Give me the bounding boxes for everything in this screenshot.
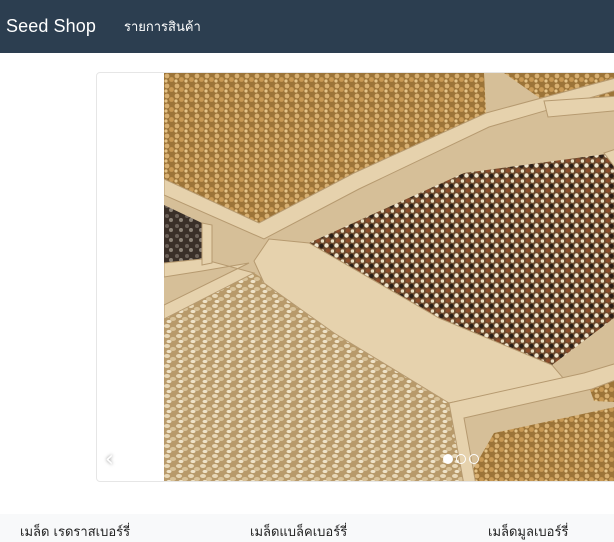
carousel-indicator-2[interactable]	[456, 454, 466, 464]
carousel-indicator-1[interactable]	[443, 454, 453, 464]
carousel-prev-icon[interactable]: ‹	[105, 447, 114, 472]
carousel-indicators	[443, 454, 479, 464]
hero-carousel: ‹	[96, 72, 614, 482]
carousel-slide-seed-tray	[164, 73, 614, 481]
category-mulberry: เมล็ดมูลเบอร์รี่	[488, 525, 569, 540]
category-red-raspberry: เมล็ด เรดราสเบอร์รี่	[20, 525, 131, 540]
top-navbar: Seed Shop รายการสินค้า	[0, 0, 614, 53]
category-headings: เมล็ด เรดราสเบอร์รี่ เมล็ดแบล็คเบอร์รี่ …	[0, 514, 614, 542]
brand-logo-text[interactable]: Seed Shop	[6, 16, 96, 37]
nav-link-products[interactable]: รายการสินค้า	[124, 16, 201, 37]
category-blackberry: เมล็ดแบล็คเบอร์รี่	[250, 525, 348, 540]
carousel-indicator-3[interactable]	[469, 454, 479, 464]
